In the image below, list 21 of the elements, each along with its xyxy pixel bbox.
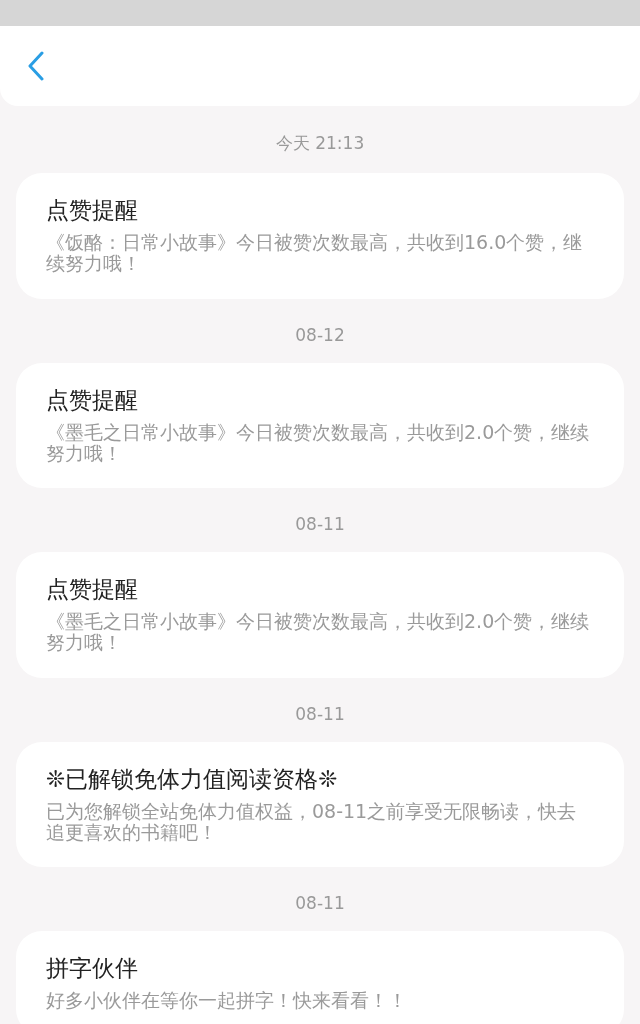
message-title: 点赞提醒 (46, 196, 139, 225)
message-date: 08-12 (295, 324, 345, 345)
message-title: 点赞提醒 (46, 575, 139, 605)
message-date: 今天 21:13 (275, 132, 365, 155)
message-body: 好多小伙伴在等你一起拼字！快来看看！！ (46, 990, 408, 1012)
message-title: 点赞提醒 (46, 385, 139, 415)
message-body: 《墨毛之日常小故事》今日被赞次数最高，共收到2.0个赞，继续努力哦！ (46, 611, 591, 654)
message-card[interactable]: 点赞提醒 《墨毛之日常小故事》今日被赞次数最高，共收到2.0个赞，继续努力哦！ (16, 362, 624, 489)
message-date: 08-11 (295, 514, 345, 535)
message-body: 《饭酪：日常小故事》今日被赞次数最高，共收到16.0个赞，继续努力哦！ (46, 232, 584, 275)
message-date: 08-11 (295, 703, 345, 724)
message-card[interactable]: ❊已解锁免体力值阅读资格❊ 已为您解锁全站免体力值权益，08-11之前享受无限畅读，快去追更喜欢的书籍吧！ (16, 741, 624, 868)
message-card[interactable]: 拼字伙伴 好多小伙伴在等你一起拼字！快来看看！！ (16, 931, 624, 1024)
message-title: ❊已解锁免体力值阅读资格❊ (46, 764, 339, 794)
message-date: 08-11 (295, 893, 345, 914)
message-card[interactable]: 点赞提醒 《饭酪：日常小故事》今日被赞次数最高，共收到16.0个赞，继续努力哦！ (16, 173, 624, 299)
message-body: 已为您解锁全站免体力值权益，08-11之前享受无限畅读，快去追更喜欢的书籍吧！ (46, 800, 578, 844)
message-title: 拼字伙伴 (46, 954, 139, 984)
message-body: 《墨毛之日常小故事》今日被赞次数最高，共收到2.0个赞，继续努力哦！ (46, 421, 591, 465)
message-card[interactable]: 点赞提醒 《墨毛之日常小故事》今日被赞次数最高，共收到2.0个赞，继续努力哦！ (16, 552, 624, 678)
back-icon (28, 51, 44, 81)
